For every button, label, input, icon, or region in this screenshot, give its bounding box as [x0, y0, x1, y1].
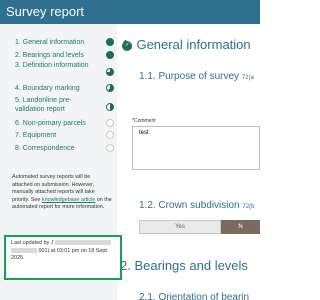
sidebar-item-label: 3. Definition information: [15, 62, 89, 69]
app-header: Survey report: [0, 0, 260, 24]
main-content: ✓ 1. General information 1.1. Purpose of…: [117, 24, 260, 300]
empty-status-icon: [106, 131, 114, 139]
sidebar-item-label: 4. Boundary marking: [15, 85, 80, 92]
section-heading-general-information: 1. General information: [122, 37, 251, 52]
sidebar-item-non-primary-parcels[interactable]: 6. Non-primary parcels: [15, 119, 115, 128]
subsection-title: 2.1. Orientation of bearin: [139, 292, 250, 300]
sidebar-item-label: 2. Bearings and levels: [15, 52, 84, 59]
sidebar-item-label: 6. Non-primary parcels: [15, 120, 86, 127]
sidebar-item-label: 8. Correspondence: [15, 145, 75, 152]
sidebar-item-label: 1. General information: [15, 39, 85, 46]
empty-status-icon: [106, 144, 114, 152]
comment-label: *Comment: [132, 118, 156, 124]
sidebar-item-label: 5. Landonline pre-validation report: [15, 97, 72, 113]
updated-prefix: Last updated by J: [11, 240, 54, 246]
no-label: N: [238, 224, 243, 230]
complete-status-icon: [106, 51, 114, 59]
redacted-block: [55, 240, 112, 246]
knowledgebase-link[interactable]: knowledgebase article: [42, 197, 95, 203]
section-number: 1.: [122, 37, 133, 52]
note-see: See: [30, 196, 41, 203]
subsection-title: 1.2. Crown subdivision: [139, 200, 240, 211]
empty-status-icon: [106, 119, 114, 127]
regulation-ref: 72(a: [241, 75, 254, 81]
last-updated-box: Last updated by J 001) at 03:01 pm on 18…: [4, 235, 122, 280]
sidebar-item-boundary-marking[interactable]: 4. Boundary marking: [15, 84, 115, 93]
crown-subdivision-heading: 1.2. Crown subdivision 72(b: [139, 200, 254, 211]
section-title: General information: [136, 37, 251, 52]
sidebar-item-general-information[interactable]: 1. General information: [15, 38, 115, 47]
sidebar-item-correspondence[interactable]: 8. Correspondence: [15, 144, 115, 153]
comment-label-text: Comment: [133, 118, 156, 124]
sidebar-item-label: 7. Equipment: [15, 132, 57, 139]
yes-button[interactable]: Yes: [139, 220, 221, 234]
sidebar-item-bearings-and-levels[interactable]: 2. Bearings and levels: [15, 51, 115, 60]
regulation-ref: 72(b: [242, 204, 255, 210]
section-number: 2.: [120, 258, 131, 273]
section-heading-bearings-and-levels: 2. Bearings and levels: [120, 258, 248, 273]
comment-value: test: [139, 130, 149, 136]
automated-report-note: Automated survey reports will be attache…: [12, 174, 112, 212]
purpose-of-survey-heading: 1.1. Purpose of survey 72(a: [139, 71, 254, 82]
complete-status-icon: [106, 38, 114, 46]
orientation-of-bearings-heading: 2.1. Orientation of bearin: [139, 292, 249, 300]
partial-status-icon: [106, 68, 114, 76]
sidebar-item-definition-information[interactable]: 3. Definition information: [15, 61, 115, 76]
partial-status-icon: [106, 84, 114, 92]
sidebar-item-landonline-pre-validation-report[interactable]: 5. Landonline pre-validation report: [15, 96, 115, 114]
page-title: Survey report: [6, 4, 85, 19]
comment-textarea[interactable]: test: [132, 126, 260, 170]
sidebar-item-equipment[interactable]: 7. Equipment: [15, 131, 115, 140]
partial-status-icon: [106, 103, 114, 111]
yes-label: Yes: [175, 224, 185, 230]
subsection-title: 1.1. Purpose of survey: [139, 71, 240, 82]
redacted-block: [11, 247, 37, 253]
section-title: Bearings and levels: [134, 258, 248, 273]
no-button[interactable]: N: [221, 220, 260, 234]
